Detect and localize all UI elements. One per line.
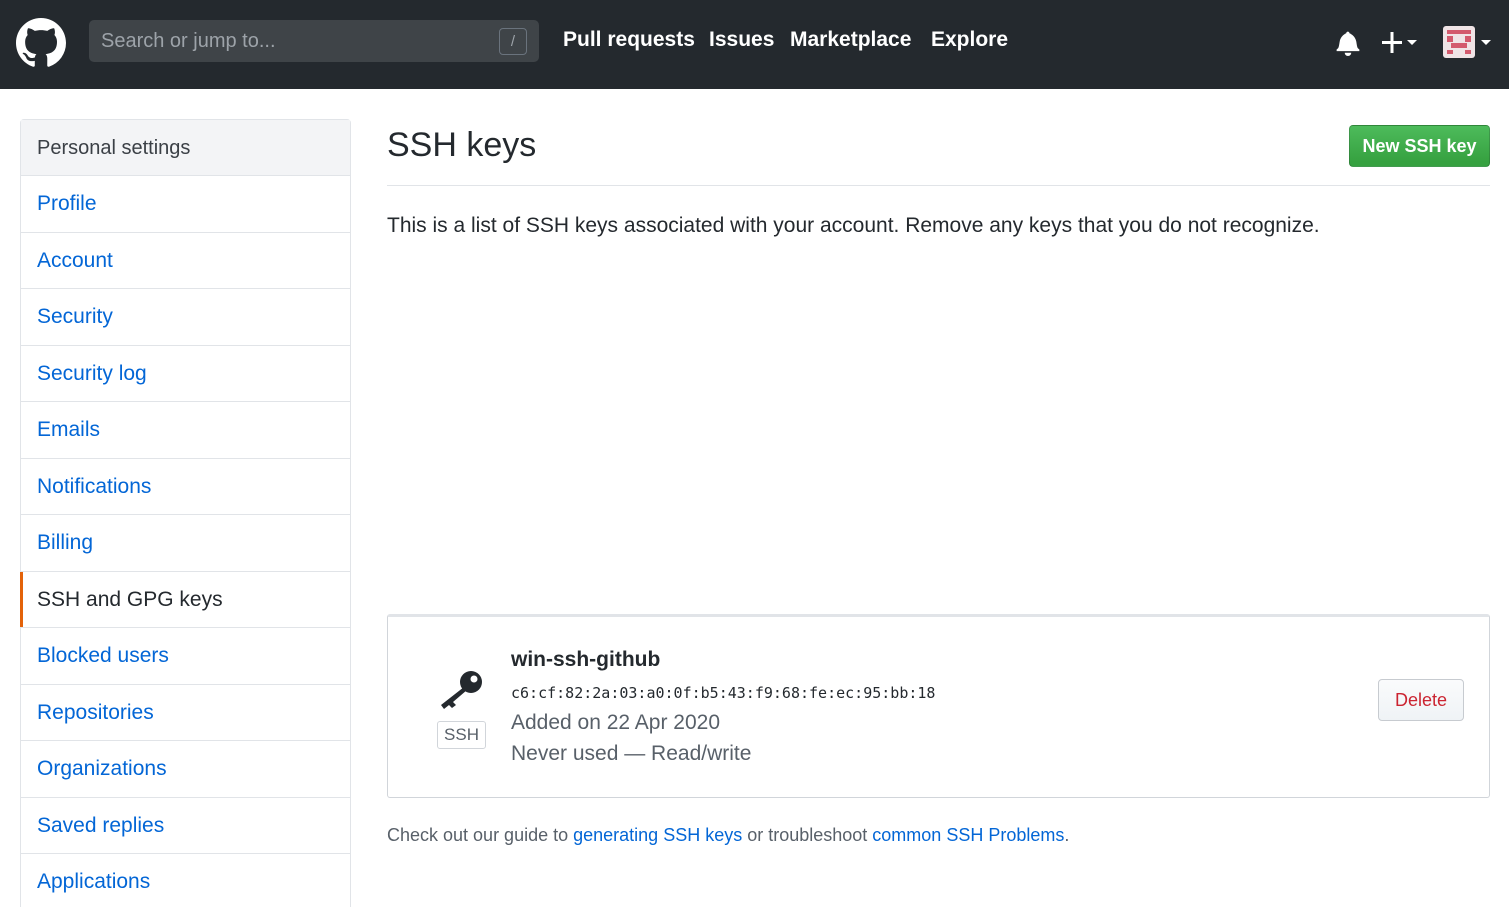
key-fingerprint: c6:cf:82:2a:03:a0:0f:b5:43:f9:68:fe:ec:9…	[511, 684, 936, 702]
nav-issues[interactable]: Issues	[709, 28, 774, 52]
key-title: win-ssh-github	[511, 648, 661, 671]
sidebar-item-saved-replies[interactable]: Saved replies	[21, 798, 350, 854]
sidebar-item-billing[interactable]: Billing	[21, 515, 350, 572]
ssh-key-list-item: SSH win-ssh-github c6:cf:82:2a:03:a0:0f:…	[387, 614, 1490, 798]
sidebar-item-applications[interactable]: Applications	[21, 854, 350, 907]
key-usage: Never used — Read/write	[511, 742, 752, 765]
sidebar-item-repositories[interactable]: Repositories	[21, 685, 350, 741]
key-type-label: SSH	[437, 721, 486, 749]
page-title: SSH keys	[387, 126, 537, 164]
title-divider	[387, 185, 1490, 186]
avatar[interactable]	[1443, 26, 1493, 60]
sidebar-item-blocked-users[interactable]: Blocked users	[21, 628, 350, 685]
intro-text: This is a list of SSH keys associated wi…	[387, 214, 1320, 237]
create-new-plus-icon[interactable]	[1382, 30, 1422, 56]
delete-key-button[interactable]: Delete	[1378, 679, 1464, 721]
nav-explore[interactable]: Explore	[931, 28, 1008, 52]
search-shortcut-hint: /	[499, 28, 527, 55]
bell-icon[interactable]	[1336, 30, 1360, 56]
sidebar-item-organizations[interactable]: Organizations	[21, 741, 350, 798]
sidebar-item-account[interactable]: Account	[21, 233, 350, 289]
sidebar-item-emails[interactable]: Emails	[21, 402, 350, 459]
common-ssh-problems-link[interactable]: common SSH Problems	[872, 825, 1064, 845]
top-header: / Pull requests Issues Marketplace Explo…	[0, 0, 1509, 89]
sidebar-item-security[interactable]: Security	[21, 289, 350, 346]
sidebar-item-ssh-gpg-keys[interactable]: SSH and GPG keys	[20, 571, 350, 628]
sidebar-item-security-log[interactable]: Security log	[21, 346, 350, 402]
new-ssh-key-button[interactable]: New SSH key	[1349, 125, 1490, 167]
github-logo-icon[interactable]	[16, 18, 66, 68]
help-note-suffix: .	[1064, 825, 1070, 845]
generating-ssh-keys-link[interactable]: generating SSH keys	[573, 825, 742, 845]
nav-marketplace[interactable]: Marketplace	[790, 28, 911, 52]
sidebar-heading: Personal settings	[21, 120, 350, 176]
help-note: Check out our guide to generating SSH ke…	[387, 825, 1069, 846]
search-input[interactable]	[89, 20, 539, 62]
help-note-prefix: Check out our guide to	[387, 825, 574, 845]
key-added-date: Added on 22 Apr 2020	[511, 711, 721, 734]
nav-pull-requests[interactable]: Pull requests	[563, 28, 695, 52]
key-icon	[441, 671, 482, 709]
help-note-middle: or troubleshoot	[742, 825, 873, 845]
sidebar-item-notifications[interactable]: Notifications	[21, 459, 350, 515]
search-box[interactable]: /	[89, 20, 539, 62]
settings-sidebar: Personal settings Profile Account Securi…	[20, 119, 351, 907]
sidebar-item-profile[interactable]: Profile	[21, 176, 350, 233]
